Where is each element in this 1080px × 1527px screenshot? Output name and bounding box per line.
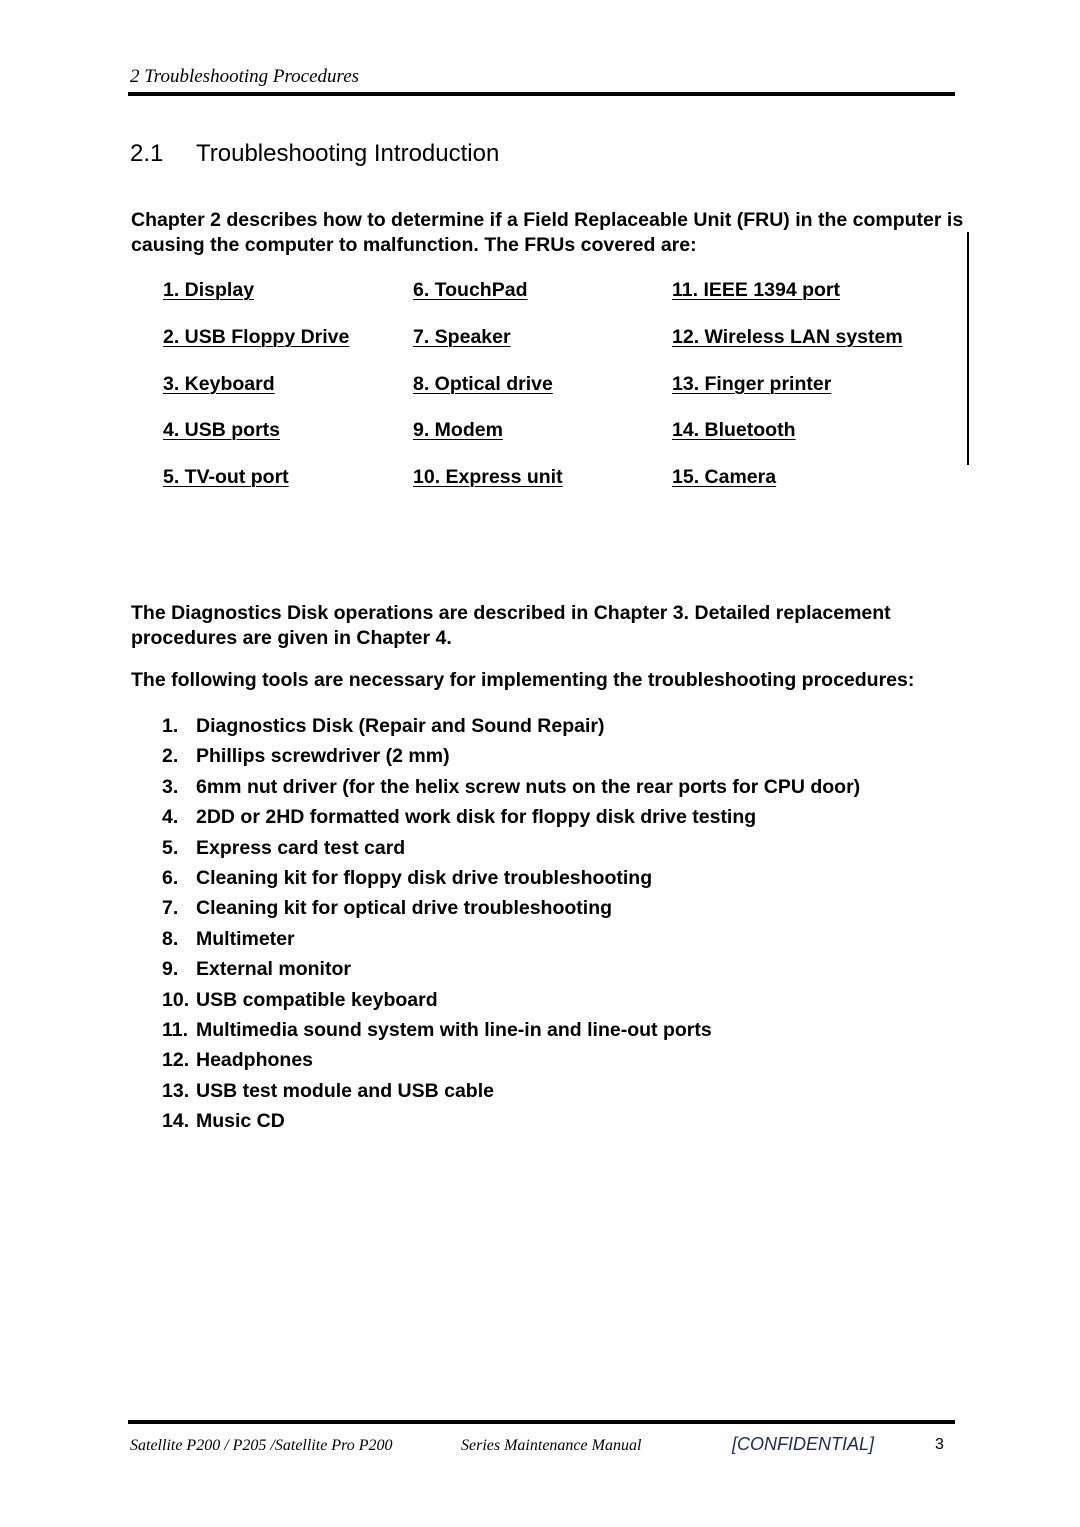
page-number: 3 — [935, 1436, 944, 1453]
fru-item: 15. Camera — [672, 466, 777, 489]
fru-item: 5. TV-out port — [163, 466, 289, 489]
fru-item: 8. Optical drive — [413, 372, 553, 395]
tool-text: Cleaning kit for floppy disk drive troub… — [196, 867, 653, 889]
tool-number: 11. — [162, 1019, 189, 1041]
tool-number: 4. — [162, 806, 179, 829]
tool-number: 13. — [162, 1079, 190, 1102]
tool-number: 3. — [162, 775, 179, 798]
fru-item: 11. IEEE 1394 port — [672, 279, 841, 301]
fru-item: 7. Speaker — [413, 325, 511, 348]
tools-intro: The following tools are necessary for im… — [131, 669, 915, 691]
tool-text: Phillips screwdriver (2 mm) — [196, 745, 450, 768]
tool-text: Cleaning kit for optical drive troublesh… — [196, 897, 613, 920]
tool-text: External monitor — [196, 958, 351, 981]
fru-item: 10. Express unit — [413, 466, 563, 489]
footer-model: Satellite P200 / P205 /Satellite Pro P20… — [130, 1437, 393, 1454]
document-page: 2 Troubleshooting Procedures 2.1 Troubles… — [0, 0, 1080, 1527]
running-header: 2 Troubleshooting Procedures — [130, 66, 360, 87]
change-bar — [967, 232, 969, 465]
tool-text: Diagnostics Disk (Repair and Sound Repai… — [196, 715, 605, 737]
diagnostics-paragraph: The Diagnostics Disk operations are desc… — [131, 602, 891, 649]
tool-text: Multimeter — [196, 927, 295, 950]
fru-item: 14. Bluetooth — [672, 419, 796, 442]
fru-item: 9. Modem — [413, 419, 503, 442]
header-rule — [128, 92, 955, 96]
tool-number: 8. — [162, 927, 179, 950]
tool-text: Multimedia sound system with line-in and… — [196, 1019, 712, 1041]
tool-number: 10. — [162, 988, 190, 1011]
footer-rule — [128, 1420, 955, 1424]
tool-number: 7. — [162, 897, 179, 920]
section-heading: 2.1 Troubleshooting Introduction — [130, 140, 499, 168]
footer-manual: Series Maintenance Manual — [461, 1437, 642, 1454]
tool-text: USB compatible keyboard — [196, 988, 438, 1011]
tool-number: 6. — [162, 867, 179, 889]
fru-item: 13. Finger printer — [672, 372, 832, 395]
fru-item: 2. USB Floppy Drive — [163, 325, 350, 348]
tool-text: Music CD — [196, 1110, 285, 1133]
tool-number: 12. — [162, 1049, 190, 1072]
tool-number: 5. — [162, 836, 179, 859]
fru-item: 3. Keyboard — [163, 372, 275, 395]
tool-text: 2DD or 2HD formatted work disk for flopp… — [196, 806, 757, 829]
section-number: 2.1 — [130, 140, 164, 167]
tool-text: USB test module and USB cable — [196, 1079, 494, 1102]
confidential-label: [CONFIDENTIAL] — [732, 1434, 875, 1454]
fru-item: 1. Display — [163, 279, 255, 301]
tool-number: 9. — [162, 958, 179, 981]
section-title: Troubleshooting Introduction — [196, 140, 500, 167]
tool-text: Express card test card — [196, 836, 406, 859]
fru-item: 6. TouchPad — [413, 279, 528, 301]
tool-number: 1. — [162, 715, 179, 737]
tool-text: 6mm nut driver (for the helix screw nuts… — [196, 775, 861, 798]
tool-number: 14. — [162, 1110, 190, 1133]
tool-number: 2. — [162, 745, 179, 768]
fru-item: 4. USB ports — [163, 419, 281, 442]
intro-paragraph: Chapter 2 describes how to determine if … — [131, 209, 964, 256]
tool-text: Headphones — [196, 1049, 314, 1072]
fru-item: 12. Wireless LAN system — [672, 325, 903, 348]
